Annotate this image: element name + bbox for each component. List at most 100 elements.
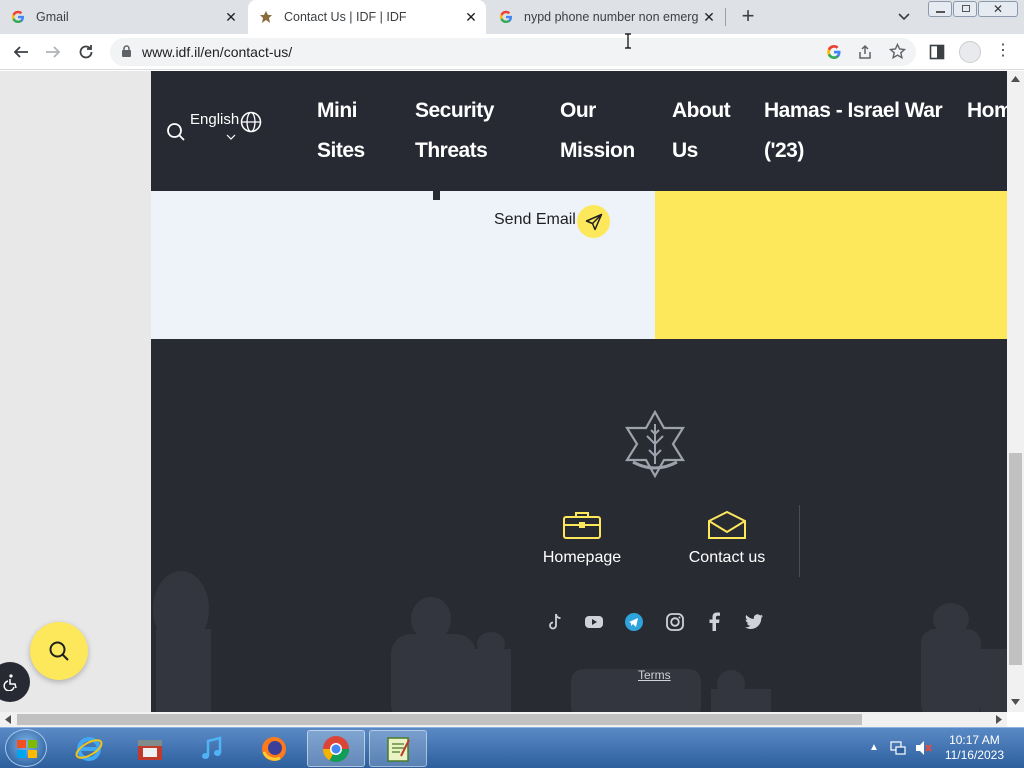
send-email-label[interactable]: Send Email [494,211,576,229]
close-icon[interactable]: ✕ [464,9,478,25]
page-viewport: English Mini Sites Security Threats Our … [0,71,1007,712]
scroll-left-arrow-icon[interactable] [5,715,11,724]
scroll-right-arrow-icon[interactable] [996,715,1002,724]
vertical-scrollbar[interactable] [1007,71,1024,712]
search-icon [48,640,70,662]
tab-contact-us[interactable]: Contact Us | IDF | IDF ✕ [248,0,486,34]
chevron-down-icon[interactable] [226,133,236,141]
text-cursor-icon [624,33,632,49]
tab-search-chevron-icon[interactable] [897,9,911,23]
language-selector[interactable]: English [190,111,239,128]
archive-icon[interactable] [121,730,179,767]
close-window-button[interactable]: ✕ [978,1,1018,17]
instagram-icon[interactable] [663,610,687,634]
footer-homepage-link[interactable]: Homepage [532,549,632,567]
cursor-line [433,191,440,200]
chrome-icon[interactable] [307,730,365,767]
tab-strip: Gmail ✕ Contact Us | IDF | IDF ✕ nypd ph… [0,0,1024,34]
profile-avatar[interactable] [959,41,981,63]
side-panel-icon[interactable] [929,44,945,60]
google-icon [10,9,26,25]
network-icon[interactable] [890,740,906,756]
lock-icon[interactable] [121,45,132,58]
windows-taskbar: ▲ 10:17 AM 11/16/2023 [0,727,1024,768]
nav-hamas-israel-war[interactable]: Hamas - Israel War ('23) [764,91,943,171]
nav-line: Mission [560,139,635,162]
nav-line: Threats [415,139,488,162]
nav-line: Home [967,99,1007,122]
address-bar[interactable]: www.idf.il/en/contact-us/ [110,38,916,66]
bookmark-star-icon[interactable] [889,43,906,60]
system-clock[interactable]: 10:17 AM 11/16/2023 [945,733,1004,763]
site-navbar: English Mini Sites Security Threats Our … [151,71,1007,191]
windows-start-button[interactable] [5,729,47,767]
restore-button[interactable] [953,1,977,17]
tab-separator [725,8,726,26]
nav-line: Hamas - Israel War [764,99,943,122]
share-icon[interactable] [857,44,873,60]
footer-contact-link[interactable]: Contact us [677,549,777,567]
nav-line: ('23) [764,139,804,162]
back-arrow-icon[interactable] [12,43,30,61]
internet-explorer-icon[interactable] [60,730,118,767]
reload-icon[interactable] [77,43,95,61]
vertical-scroll-thumb[interactable] [1009,453,1022,665]
nav-security-threats[interactable]: Security Threats [415,91,494,171]
google-icon [498,9,514,25]
send-email-button[interactable] [577,205,610,238]
nav-line: Security [415,99,494,122]
tab-gmail[interactable]: Gmail ✕ [10,0,246,34]
search-icon[interactable] [166,122,186,142]
volume-muted-icon[interactable] [915,740,933,756]
idf-site: English Mini Sites Security Threats Our … [151,71,1007,712]
twitter-icon[interactable] [742,610,766,634]
idf-emblem-logo[interactable] [617,410,693,480]
itunes-icon[interactable] [183,730,241,767]
nav-line: Us [672,139,698,162]
horizontal-scroll-thumb[interactable] [17,714,862,725]
telegram-icon[interactable] [622,610,646,634]
tiktok-icon[interactable] [543,610,567,634]
floating-search-button[interactable] [30,622,88,680]
youtube-icon[interactable] [582,610,606,634]
show-hidden-icons-chevron-icon[interactable]: ▲ [869,742,879,753]
notepad-icon[interactable] [369,730,427,767]
minimize-button[interactable] [928,1,952,17]
terms-link[interactable]: Terms [638,668,671,682]
nav-line: About [672,99,731,122]
nav-line: Sites [317,139,365,162]
nav-mini-sites[interactable]: Mini Sites [317,91,365,171]
close-icon[interactable]: ✕ [702,9,716,25]
site-footer: Homepage Contact us Terms [151,339,1007,712]
nav-about-us[interactable]: About Us [672,91,731,171]
new-tab-button[interactable]: + [737,5,759,27]
scroll-up-arrow-icon[interactable] [1011,76,1020,82]
horizontal-scrollbar[interactable] [0,712,1007,727]
contact-form-section: Send Email [151,191,655,339]
language-label: English [190,111,240,128]
browser-toolbar: www.idf.il/en/contact-us/ ⋮ [0,34,1024,70]
idf-favicon-icon [258,9,274,25]
nav-our-mission[interactable]: Our Mission [560,91,635,171]
google-lens-icon[interactable] [826,44,842,60]
globe-icon[interactable] [240,111,262,133]
envelope-icon[interactable] [707,510,747,540]
firefox-icon[interactable] [245,730,303,767]
tab-label: Gmail [36,10,69,24]
tab-label: nypd phone number non emerge [524,10,698,24]
scroll-down-arrow-icon[interactable] [1011,699,1020,705]
url-text: www.idf.il/en/contact-us/ [142,44,293,60]
clock-time: 10:17 AM [949,733,1000,747]
facebook-icon[interactable] [702,610,726,634]
close-icon[interactable]: ✕ [224,9,238,25]
nav-home[interactable]: Home [967,91,1007,131]
forward-arrow-icon[interactable] [44,43,62,61]
menu-kebab-icon[interactable]: ⋮ [995,43,1011,59]
tab-label: Contact Us | IDF | IDF [284,10,407,24]
nav-line: Our [560,99,596,122]
briefcase-icon[interactable] [562,510,602,540]
tab-nypd-search[interactable]: nypd phone number non emerge ✕ [498,0,724,34]
paper-plane-icon [585,213,603,231]
windows-logo-icon [17,740,37,758]
yellow-panel [655,191,1007,339]
